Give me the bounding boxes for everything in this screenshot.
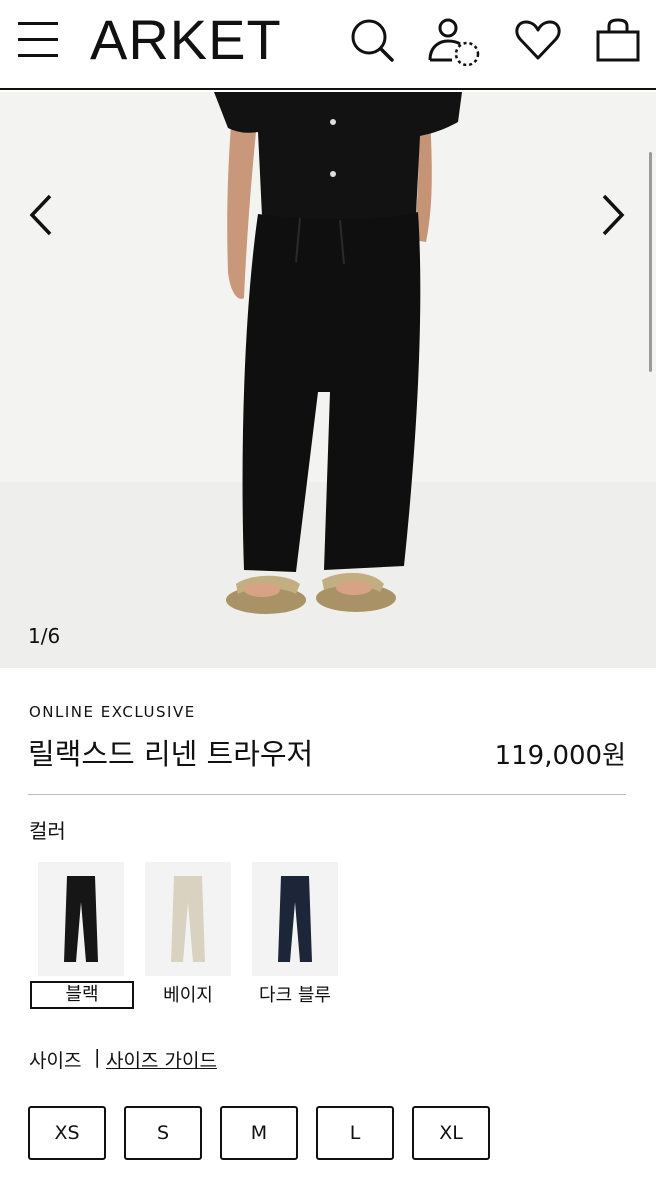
product-photo bbox=[0, 92, 656, 668]
header-bar: ARKET bbox=[0, 0, 656, 90]
page-scrollbar[interactable] bbox=[649, 152, 652, 372]
color-swatch-beige[interactable] bbox=[145, 862, 231, 976]
size-button-l[interactable]: L bbox=[316, 1106, 394, 1160]
size-button-s[interactable]: S bbox=[124, 1106, 202, 1160]
size-separator: | bbox=[94, 1046, 101, 1068]
color-name-dark-blue[interactable]: 다크 블루 bbox=[240, 981, 350, 1007]
account-icon[interactable] bbox=[424, 14, 484, 67]
color-label: 컬러 bbox=[29, 819, 66, 843]
brand-logo[interactable]: ARKET bbox=[90, 8, 282, 72]
product-price: 119,000원 bbox=[494, 741, 626, 771]
divider bbox=[28, 794, 626, 795]
chevron-left-icon[interactable] bbox=[22, 190, 62, 240]
image-counter: 1/6 bbox=[28, 624, 61, 648]
color-swatch-dark-blue[interactable] bbox=[252, 862, 338, 976]
online-exclusive-badge: ONLINE EXCLUSIVE bbox=[29, 703, 196, 721]
size-button-xl[interactable]: XL bbox=[412, 1106, 490, 1160]
product-title: 릴랙스드 리넨 트라우저 bbox=[28, 737, 314, 771]
color-name-beige[interactable]: 베이지 bbox=[133, 981, 243, 1007]
size-button-xs[interactable]: XS bbox=[28, 1106, 106, 1160]
size-button-m[interactable]: M bbox=[220, 1106, 298, 1160]
product-image-gallery[interactable]: 1/6 bbox=[0, 92, 656, 668]
size-label: 사이즈 bbox=[29, 1050, 82, 1072]
wishlist-icon[interactable] bbox=[512, 14, 564, 66]
search-icon[interactable] bbox=[346, 14, 398, 66]
bag-icon[interactable] bbox=[592, 14, 644, 66]
color-swatch-black[interactable] bbox=[38, 862, 124, 976]
color-name-black[interactable]: 블랙 bbox=[30, 981, 134, 1009]
size-guide-link[interactable]: 사이즈 가이드 bbox=[106, 1046, 217, 1073]
menu-icon[interactable] bbox=[18, 22, 60, 58]
chevron-right-icon[interactable] bbox=[592, 190, 632, 240]
